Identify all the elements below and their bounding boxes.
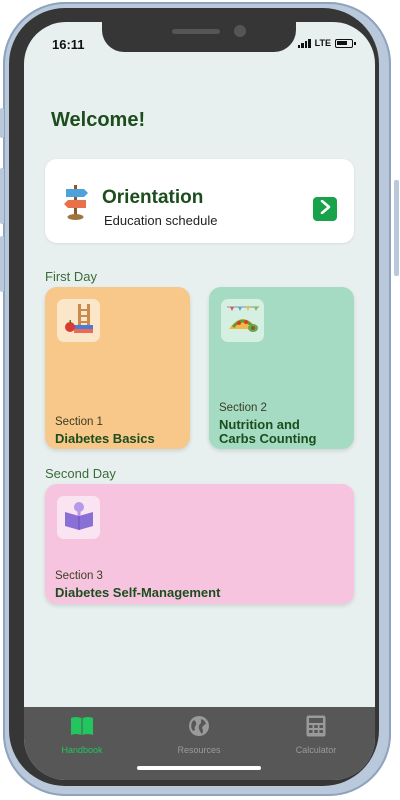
- signpost-icon: [62, 181, 90, 226]
- section-icon-box: [57, 299, 100, 342]
- orientation-subtitle: Education schedule: [104, 213, 218, 228]
- section-title: Diabetes Basics: [55, 431, 155, 446]
- network-label: LTE: [314, 38, 331, 48]
- section-label: Section 2: [219, 402, 267, 414]
- section-title: Nutrition and: [219, 417, 300, 432]
- orientation-card[interactable]: Orientation Education schedule: [45, 159, 354, 243]
- section-icon-box: [57, 496, 100, 539]
- camera: [234, 25, 246, 37]
- tab-calculator[interactable]: Calculator: [276, 715, 356, 755]
- globe-icon: [188, 715, 210, 742]
- books-icon: [62, 301, 96, 340]
- group-label-first-day: First Day: [45, 269, 97, 284]
- side-button-volume-down: [0, 236, 4, 292]
- page-title: Welcome!: [51, 109, 146, 131]
- speaker: [172, 29, 220, 34]
- tab-handbook[interactable]: Handbook: [42, 715, 122, 755]
- book-icon: [70, 715, 94, 742]
- section-icon-box: [221, 299, 264, 342]
- section-title-line-2: Carbs Counting: [219, 431, 317, 446]
- calculator-icon: [306, 715, 326, 742]
- taco-icon: [225, 301, 261, 340]
- tab-label: Handbook: [61, 745, 103, 755]
- tab-resources[interactable]: Resources: [159, 715, 239, 755]
- section-card-3[interactable]: Section 3 Diabetes Self-Management: [45, 484, 354, 604]
- group-label-second-day: Second Day: [45, 466, 116, 481]
- home-indicator[interactable]: [137, 766, 261, 770]
- section-label: Section 3: [55, 570, 103, 582]
- section-label: Section 1: [55, 416, 103, 428]
- section-card-1[interactable]: Section 1 Diabetes Basics: [45, 287, 190, 449]
- status-time: 16:11: [52, 37, 85, 52]
- side-button-volume-up: [0, 168, 4, 224]
- signal-icon: [297, 38, 311, 48]
- open-book-icon: [62, 498, 96, 537]
- battery-icon: [335, 38, 356, 48]
- side-button-mute: [0, 108, 4, 138]
- app-screen: 16:11 LTE Welcome! Orientation Education…: [24, 22, 375, 780]
- chevron-right-icon: [318, 199, 332, 219]
- tab-label: Calculator: [295, 745, 337, 755]
- side-button-power: [394, 180, 399, 276]
- tab-label: Resources: [177, 745, 221, 755]
- orientation-arrow-button[interactable]: [313, 197, 337, 221]
- section-title: Diabetes Self-Management: [55, 585, 221, 600]
- section-card-2[interactable]: Section 2 Nutrition and Carbs Counting: [209, 287, 354, 449]
- notch: [102, 22, 296, 52]
- orientation-title: Orientation: [102, 187, 204, 208]
- status-indicators: LTE: [297, 38, 356, 48]
